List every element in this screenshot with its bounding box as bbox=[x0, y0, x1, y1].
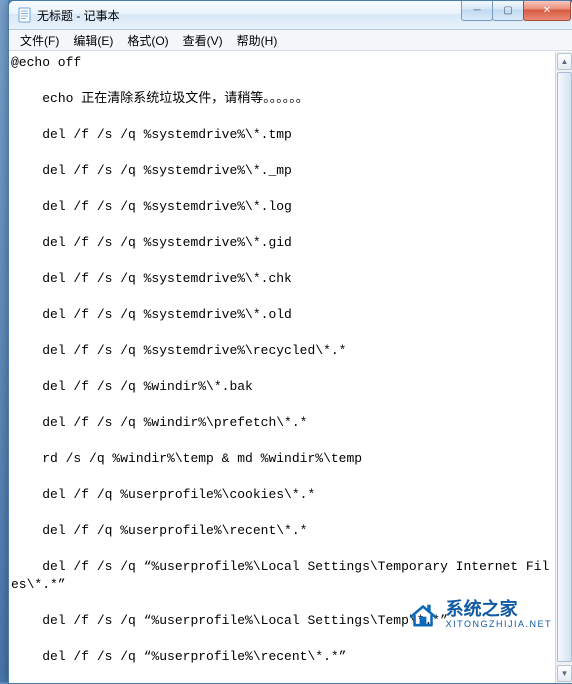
desktop-background-strip bbox=[0, 0, 8, 682]
notepad-icon bbox=[17, 7, 33, 23]
maximize-button[interactable]: ▢ bbox=[492, 1, 524, 21]
close-icon: ✕ bbox=[543, 5, 551, 16]
content-area: @echo off echo 正在清除系统垃圾文件，请稍等。。。。。。 del … bbox=[9, 51, 572, 683]
menu-edit[interactable]: 编辑(E) bbox=[66, 31, 120, 50]
maximize-icon: ▢ bbox=[503, 5, 512, 16]
titlebar[interactable]: 无标题 - 记事本 ─ ▢ ✕ bbox=[9, 1, 572, 30]
menubar: 文件(F) 编辑(E) 格式(O) 查看(V) 帮助(H) bbox=[9, 30, 572, 51]
close-button[interactable]: ✕ bbox=[523, 1, 571, 21]
text-editor[interactable]: @echo off echo 正在清除系统垃圾文件，请稍等。。。。。。 del … bbox=[9, 52, 555, 683]
menu-file[interactable]: 文件(F) bbox=[13, 31, 66, 50]
minimize-button[interactable]: ─ bbox=[461, 1, 493, 21]
window-controls: ─ ▢ ✕ bbox=[462, 1, 571, 21]
window-title: 无标题 - 记事本 bbox=[37, 7, 120, 24]
menu-help[interactable]: 帮助(H) bbox=[230, 31, 285, 50]
scroll-up-button[interactable]: ▲ bbox=[557, 53, 572, 70]
minimize-icon: ─ bbox=[473, 5, 480, 16]
scroll-down-button[interactable]: ▼ bbox=[557, 665, 572, 682]
vertical-scrollbar[interactable]: ▲ ▼ bbox=[555, 52, 572, 683]
scroll-thumb[interactable] bbox=[557, 72, 572, 662]
menu-view[interactable]: 查看(V) bbox=[176, 31, 230, 50]
menu-format[interactable]: 格式(O) bbox=[120, 31, 175, 50]
notepad-window: 无标题 - 记事本 ─ ▢ ✕ 文件(F) 编辑(E) 格式(O) 查看(V) … bbox=[8, 0, 572, 684]
